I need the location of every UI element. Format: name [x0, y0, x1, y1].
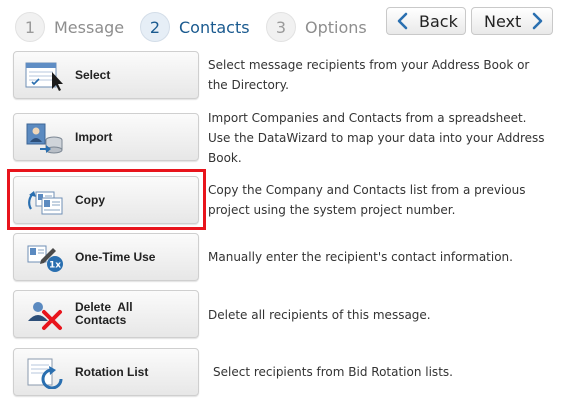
rotation-list-description: Select recipients from Bid Rotation list…: [213, 365, 453, 379]
one-time-use-icon: 1x: [27, 245, 63, 272]
step-message[interactable]: 1 Message: [15, 12, 124, 42]
select-description: Select message recipients from your Addr…: [208, 58, 530, 92]
one-time-use-description: Manually enter the recipient's contact i…: [208, 250, 513, 264]
one-time-use-label: One-Time Use: [75, 249, 156, 264]
svg-text:1x: 1x: [49, 261, 61, 271]
rotation-list-button[interactable]: Rotation List: [13, 348, 199, 396]
step-contacts[interactable]: 2 Contacts: [140, 12, 250, 42]
step-number: 2: [140, 12, 170, 42]
back-button[interactable]: Back: [386, 7, 466, 35]
import-label: Import: [75, 129, 113, 144]
select-button[interactable]: Select: [13, 51, 199, 99]
copy-highlight-box: [7, 169, 206, 230]
next-button[interactable]: Next: [471, 7, 553, 35]
copy-description: Copy the Company and Contacts list from …: [208, 183, 526, 217]
back-label: Back: [419, 11, 458, 31]
rotation-list-icon: [27, 358, 63, 389]
import-description: Import Companies and Contacts from a spr…: [208, 111, 545, 165]
import-database-icon: [26, 123, 63, 154]
step-number: 3: [266, 12, 296, 42]
delete-label-line2: Contacts: [75, 313, 127, 327]
select-label: Select: [75, 67, 111, 82]
rotation-list-label: Rotation List: [75, 364, 149, 379]
delete-contacts-icon: [28, 302, 62, 330]
one-time-use-button[interactable]: 1x One-Time Use: [13, 233, 199, 281]
chevron-left-icon: [397, 12, 408, 30]
step-label: Options: [305, 17, 367, 37]
delete-all-contacts-button[interactable]: Delete All Contacts: [13, 290, 199, 338]
delete-all-contacts-description: Delete all recipients of this message.: [208, 308, 431, 322]
import-button[interactable]: Import: [13, 113, 199, 161]
next-label: Next: [484, 11, 522, 31]
step-options[interactable]: 3 Options: [266, 12, 367, 42]
select-list-icon: [25, 62, 63, 91]
step-number: 1: [15, 12, 45, 42]
delete-all-contacts-label: Delete All Contacts: [75, 291, 133, 337]
chevron-right-icon: [532, 12, 543, 30]
step-label: Contacts: [179, 17, 250, 37]
step-label: Message: [54, 17, 125, 37]
